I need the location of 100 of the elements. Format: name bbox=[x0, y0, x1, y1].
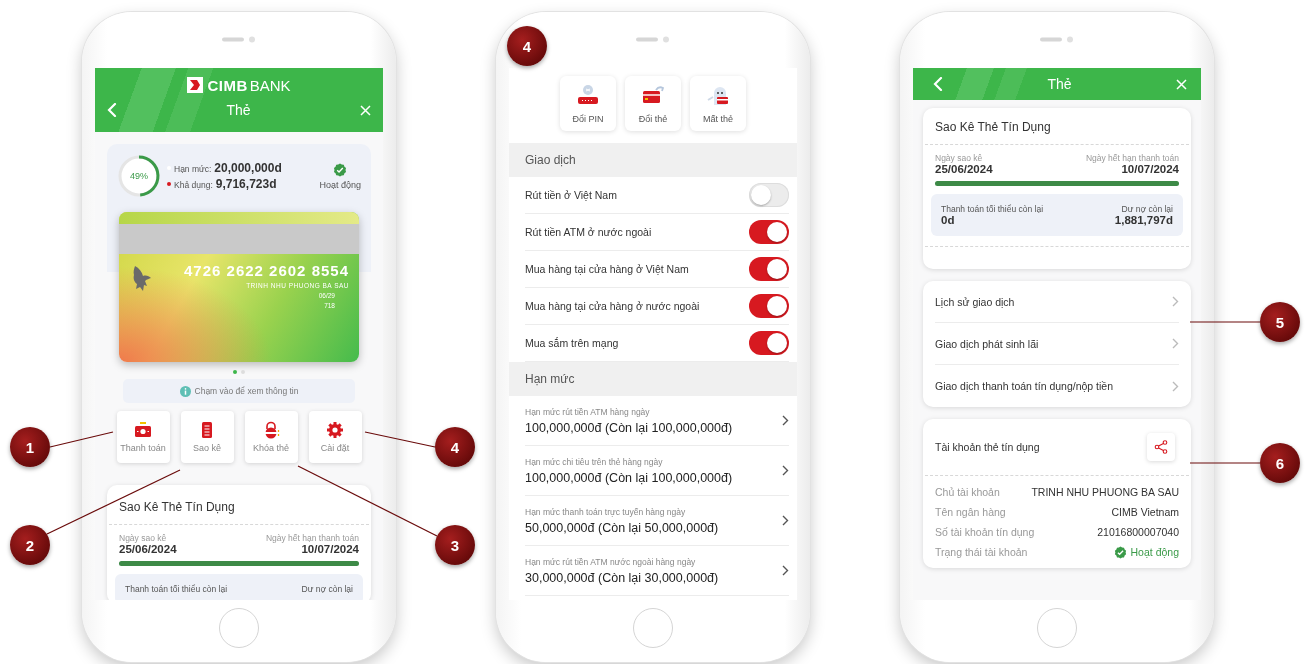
field-label: Thanh toán tối thiểu còn lại bbox=[125, 584, 228, 594]
action-button[interactable]: Đổi thẻ bbox=[625, 76, 681, 131]
info-icon bbox=[179, 385, 191, 397]
back-icon[interactable] bbox=[107, 103, 117, 117]
close-icon[interactable] bbox=[360, 104, 371, 116]
leader-line bbox=[49, 431, 114, 448]
due-date: 10/07/2024 bbox=[1121, 163, 1179, 175]
chevron-right-icon bbox=[1172, 380, 1179, 392]
leader-line bbox=[1189, 321, 1261, 323]
chevron-right-icon bbox=[782, 565, 789, 576]
section-header: Giao dịch bbox=[509, 143, 797, 177]
section-header: Hạn mức bbox=[509, 362, 797, 396]
menu-item[interactable]: Giao dịch thanh toán tín dụng/nộp tiền bbox=[935, 365, 1179, 407]
field-label: Số tài khoản tín dụng bbox=[935, 526, 1035, 538]
limit-value: 100,000,000đ (Còn lại 100,000,000đ) bbox=[525, 420, 733, 435]
field-label: Dư nợ còn lại bbox=[301, 584, 353, 594]
callout-number: 4 bbox=[435, 427, 475, 467]
callout-number: 5 bbox=[1260, 302, 1300, 342]
action-button[interactable]: Cài đặt bbox=[308, 411, 362, 463]
action-button[interactable]: Thanh toán bbox=[116, 411, 170, 463]
action-button[interactable]: Khóa thẻ bbox=[244, 411, 298, 463]
field-value: 21016800007040 bbox=[1097, 526, 1179, 538]
share-button[interactable] bbox=[1147, 433, 1175, 461]
limit-value: 50,000,000đ (Còn lại 50,000,000đ) bbox=[525, 520, 719, 535]
close-icon[interactable] bbox=[1176, 78, 1187, 90]
setting-label: Mua hàng tại cửa hàng ở Việt Nam bbox=[525, 263, 689, 275]
chevron-right-icon bbox=[782, 465, 789, 476]
gear-icon bbox=[325, 421, 345, 439]
menu-item-label: Giao dịch thanh toán tín dụng/nộp tiền bbox=[935, 380, 1114, 392]
earpiece-drawing bbox=[636, 36, 670, 44]
share-icon bbox=[1154, 440, 1168, 454]
setting-label: Rút tiền ATM ở nước ngoài bbox=[525, 226, 652, 238]
home-button[interactable] bbox=[219, 608, 259, 648]
limit-label: Hạn mức chi tiêu trên thẻ hàng ngày bbox=[525, 456, 664, 467]
available-label: Khả dụng: bbox=[174, 180, 213, 190]
menu-item[interactable]: Giao dịch phát sinh lãi bbox=[935, 323, 1179, 365]
status-text: Hoạt động bbox=[319, 179, 361, 190]
menu-item-label: Lịch sử giao dịch bbox=[935, 295, 1015, 308]
hint-text: Chạm vào để xem thông tin bbox=[194, 386, 299, 396]
min-payment-value: 0d bbox=[941, 214, 956, 226]
chevron-right-icon bbox=[1172, 296, 1179, 307]
limit-row[interactable]: Hạn mức rút tiền ATM nước ngoài hàng ngày 30,000,000đ (Còn lại 30,000,000đ) bbox=[525, 546, 789, 596]
action-button[interactable]: Đổi PIN bbox=[560, 76, 616, 131]
pager-dot[interactable] bbox=[233, 370, 237, 374]
limit-label: Hạn mức rút tiền ATM nước ngoài hàng ngày bbox=[525, 556, 697, 567]
logo-text: BANK bbox=[249, 76, 291, 94]
statement-date: 25/06/2024 bbox=[119, 543, 177, 555]
field-label: Thanh toán tối thiểu còn lại bbox=[941, 204, 1044, 214]
action-button[interactable]: Sao kê bbox=[180, 411, 234, 463]
setting-label: Mua hàng tại cửa hàng ở nước ngoài bbox=[525, 300, 700, 312]
check-badge-icon bbox=[1113, 545, 1127, 559]
limit-label: Hạn mức: bbox=[174, 164, 212, 174]
leader-line bbox=[364, 431, 436, 448]
field-label: Tên ngân hàng bbox=[935, 506, 1006, 518]
toggle-switch[interactable] bbox=[749, 220, 789, 244]
callout-number: 2 bbox=[10, 525, 50, 565]
due-date: 10/07/2024 bbox=[301, 543, 359, 555]
home-button[interactable] bbox=[1037, 608, 1077, 648]
logo-text: CIMB bbox=[207, 76, 248, 94]
logo-icon bbox=[187, 77, 204, 93]
account-title: Tài khoản thẻ tín dụng bbox=[935, 441, 1040, 453]
limit-row[interactable]: Hạn mức chi tiêu trên thẻ hàng ngày 100,000,000đ (Còn lại 100,000,000đ) bbox=[525, 446, 789, 496]
card-number: 4726 2622 2602 8554 bbox=[184, 262, 349, 279]
balance-value: 1,881,797d bbox=[1114, 214, 1173, 226]
toggle-switch[interactable] bbox=[749, 257, 789, 281]
home-button[interactable] bbox=[633, 608, 673, 648]
setting-label: Rút tiền ở Việt Nam bbox=[525, 189, 617, 201]
field-value: TRINH NHU PHUONG BA SAU bbox=[1031, 486, 1179, 498]
toggle-switch[interactable] bbox=[749, 331, 789, 355]
field-label: Ngày sao kê bbox=[119, 533, 168, 543]
callout-number: 1 bbox=[10, 427, 50, 467]
limit-value: 100,000,000đ (Còn lại 100,000,000đ) bbox=[525, 470, 733, 485]
chevron-right-icon bbox=[782, 515, 789, 526]
callout-number: 6 bbox=[1260, 443, 1300, 483]
field-label: Trạng thái tài khoản bbox=[935, 546, 1028, 558]
screen-title: Thẻ bbox=[226, 102, 251, 118]
limit-row[interactable]: Hạn mức rút tiền ATM hàng ngày 100,000,000đ (Còn lại 100,000,000đ) bbox=[525, 396, 789, 446]
limit-row[interactable]: Hạn mức thanh toán trực tuyến hàng ngày 50,000,000đ (Còn lại 50,000,000đ) bbox=[525, 496, 789, 546]
setting-label: Mua sắm trên mạng bbox=[525, 337, 619, 349]
toggle-switch[interactable] bbox=[749, 183, 789, 207]
leader-line bbox=[1189, 462, 1261, 464]
limit-value: 20,000,000d bbox=[214, 161, 282, 175]
wallet-icon bbox=[133, 421, 153, 439]
action-button[interactable]: Mất thẻ bbox=[690, 76, 746, 131]
status-text: Hoạt động bbox=[1130, 546, 1179, 558]
limit-value: 30,000,000đ (Còn lại 30,000,000đ) bbox=[525, 570, 719, 585]
available-value: 9,716,723d bbox=[215, 177, 277, 191]
screen-title: Thẻ bbox=[1047, 76, 1072, 92]
menu-item-label: Giao dịch phát sinh lãi bbox=[935, 337, 1039, 350]
chevron-right-icon bbox=[782, 415, 789, 426]
menu-item[interactable]: Lịch sử giao dịch bbox=[935, 281, 1179, 323]
field-label: Ngày hết hạn thanh toán bbox=[1085, 153, 1179, 163]
back-icon[interactable] bbox=[933, 77, 943, 91]
usage-ring bbox=[117, 154, 161, 198]
limit-label: Hạn mức thanh toán trực tuyến hàng ngày bbox=[525, 506, 687, 517]
earpiece-drawing bbox=[222, 36, 256, 44]
statement-date: 25/06/2024 bbox=[935, 163, 993, 175]
card-title: Sao Kê Thẻ Tín Dụng bbox=[934, 119, 1052, 136]
toggle-switch[interactable] bbox=[749, 294, 789, 318]
card-title: Sao Kê Thẻ Tín Dụng bbox=[118, 499, 236, 516]
